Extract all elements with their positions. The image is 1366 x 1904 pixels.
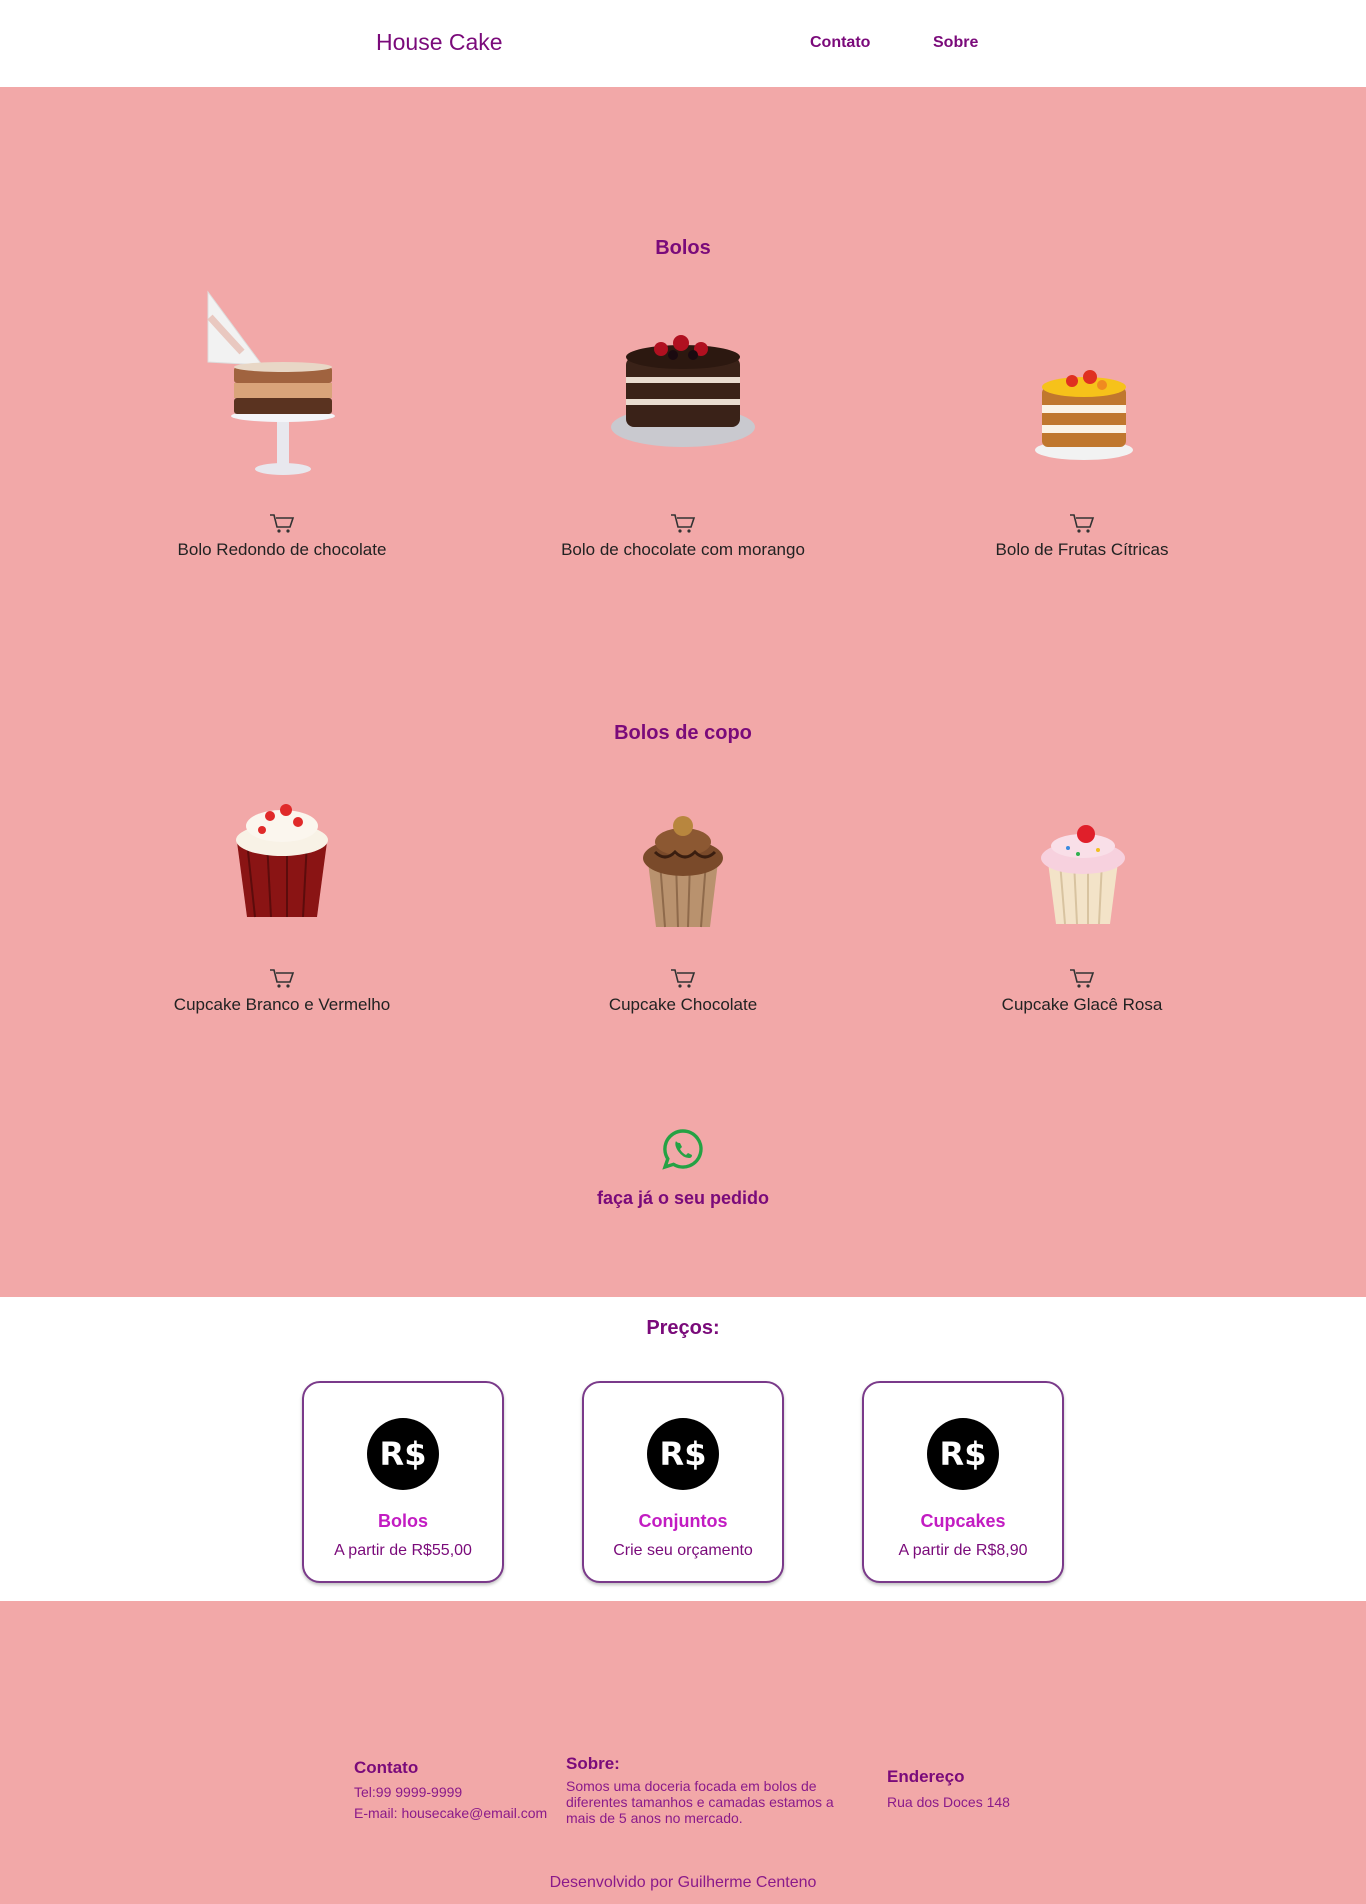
product-name: Cupcake Chocolate [608, 995, 758, 1014]
price-card-desc: A partir de R$8,90 [898, 1542, 1028, 1559]
nav-link-sobre[interactable]: Sobre [933, 34, 978, 52]
whatsapp-icon[interactable] [661, 1127, 705, 1171]
prices-title: Preços: [646, 1317, 720, 1339]
product-name: Cupcake Glacê Rosa [1001, 995, 1163, 1014]
shopping-cart-icon[interactable] [268, 967, 296, 989]
footer-sobre-line: Somos uma doceria focada em bolos de [566, 1778, 817, 1794]
footer-address: Rua dos Doces 148 [887, 1794, 1010, 1810]
footer-endereco-title: Endereço [887, 1767, 965, 1786]
price-card-cupcakes: R$ Cupcakes A partir de R$8,90 [862, 1381, 1064, 1583]
red-velvet-cupcake-image [122, 742, 442, 942]
product-card: Cupcake Branco e Vermelho [122, 742, 442, 1014]
shopping-cart-icon[interactable] [1068, 512, 1096, 534]
price-card-conjuntos: R$ Conjuntos Crie seu orçamento [582, 1381, 784, 1583]
nav-link-contato[interactable]: Contato [810, 34, 870, 52]
footer-sobre-line: mais de 5 anos no mercado. [566, 1810, 743, 1826]
shopping-cart-icon[interactable] [268, 512, 296, 534]
product-name: Cupcake Branco e Vermelho [173, 995, 391, 1014]
product-name: Bolo de chocolate com morango [561, 540, 805, 559]
chocolate-strawberry-cake-image [523, 287, 843, 487]
products-area [0, 87, 1366, 1297]
order-cta-text[interactable]: faça já o seu pedido [0, 1188, 1366, 1209]
product-card: Bolo de chocolate com morango [523, 287, 843, 559]
footer-sobre-line: diferentes tamanhos e camadas estamos a [566, 1794, 834, 1810]
footer-phone: Tel:99 9999-9999 [354, 1784, 463, 1800]
page-footer: Contato Tel:99 9999-9999 E-mail: houseca… [0, 1601, 1366, 1904]
section-title-bolos: Bolos [655, 237, 711, 259]
price-card-desc: A partir de R$55,00 [334, 1542, 472, 1559]
footer-contato-title: Contato [354, 1758, 419, 1777]
price-card-desc: Crie seu orçamento [613, 1542, 753, 1559]
brand-logo-link[interactable]: House Cake [376, 29, 503, 56]
chocolate-cupcake-image [523, 742, 843, 942]
footer-sobre-title: Sobre: [566, 1754, 620, 1773]
currency-icon: R$ [927, 1418, 999, 1490]
shopping-cart-icon[interactable] [1068, 967, 1096, 989]
product-card: Cupcake Glacê Rosa [922, 742, 1242, 1014]
price-card-title: Bolos [377, 1511, 428, 1531]
currency-icon: R$ [367, 1418, 439, 1490]
product-card: Bolo de Frutas Cítricas [922, 287, 1242, 559]
top-header: House Cake Contato Sobre [0, 0, 1366, 87]
footer-email[interactable]: E-mail: housecake@email.com [354, 1805, 547, 1821]
pink-frosting-cupcake-image [922, 742, 1242, 942]
currency-icon: R$ [647, 1418, 719, 1490]
shopping-cart-icon[interactable] [669, 512, 697, 534]
cake-piping-chocolate-image [122, 287, 442, 487]
price-card-bolos: R$ Bolos A partir de R$55,00 [302, 1381, 504, 1583]
citrus-fruit-cake-image [922, 287, 1242, 487]
price-card-title: Cupcakes [920, 1511, 1006, 1531]
shopping-cart-icon[interactable] [669, 967, 697, 989]
product-card: Bolo Redondo de chocolate [122, 287, 442, 559]
product-name: Bolo de Frutas Cítricas [995, 540, 1169, 559]
product-name: Bolo Redondo de chocolate [177, 540, 387, 559]
footer-credit: Desenvolvido por Guilherme Centeno [549, 1874, 817, 1891]
price-card-title: Conjuntos [638, 1511, 728, 1531]
product-card: Cupcake Chocolate [523, 742, 843, 1014]
